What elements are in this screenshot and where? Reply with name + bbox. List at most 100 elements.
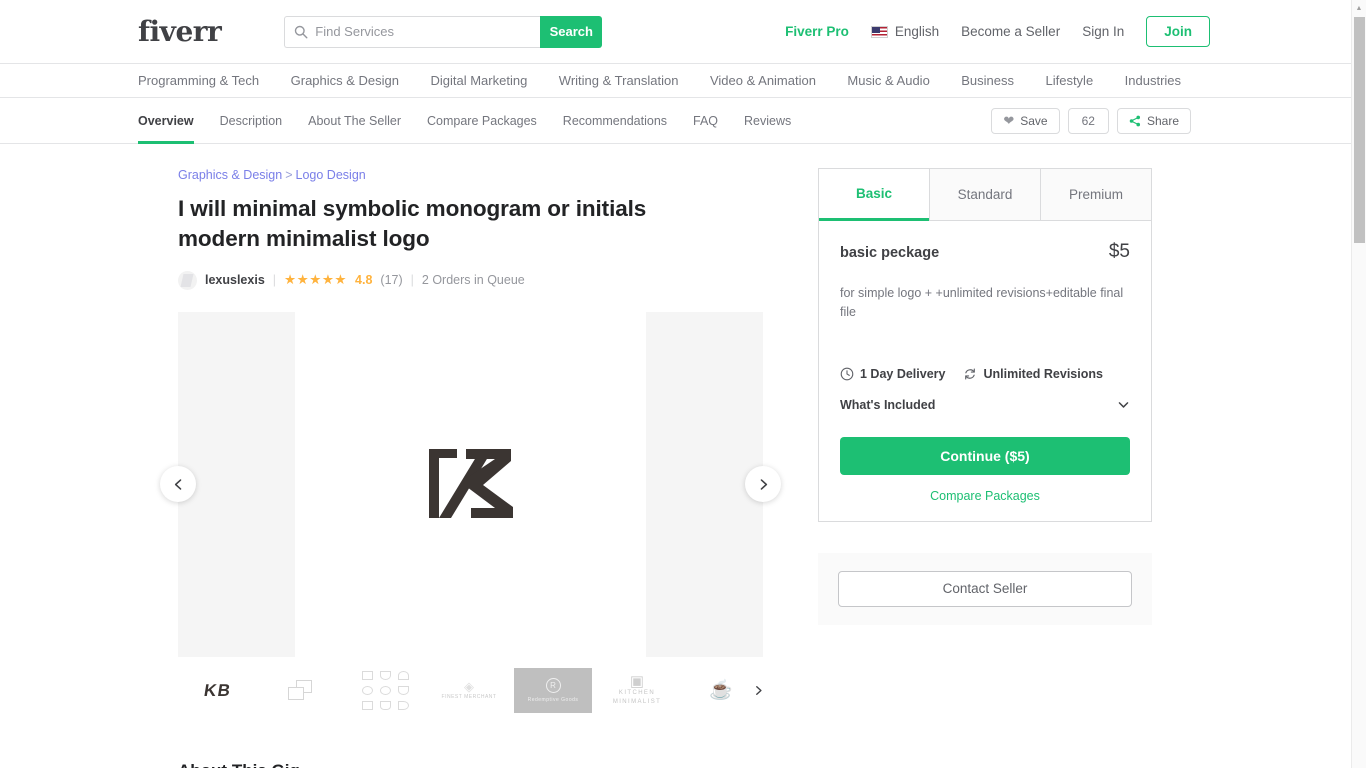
revisions: Unlimited Revisions	[963, 367, 1103, 381]
tab-about-the-seller[interactable]: About The Seller	[308, 98, 401, 144]
icon-grid-icon	[360, 670, 410, 711]
search-bar: Search	[284, 15, 603, 48]
save-label: Save	[1020, 113, 1048, 128]
search-field[interactable]	[284, 15, 541, 48]
compare-packages-link[interactable]: Compare Packages	[840, 489, 1130, 503]
package-tab-standard[interactable]: Standard	[929, 169, 1040, 221]
share-label: Share	[1146, 113, 1179, 128]
header-nav: Fiverr Pro English Become a Seller Sign …	[785, 16, 1351, 47]
rating-value: 4.8	[355, 273, 373, 288]
scrollbar-up-arrow[interactable]: ▲	[1352, 0, 1366, 16]
category-nav: Programming & Tech Graphics & Design Dig…	[0, 64, 1351, 98]
category-music-audio[interactable]: Music & Audio	[847, 73, 929, 88]
thumbnail-kb-monogram[interactable]: K B	[178, 668, 256, 714]
divider: |	[410, 273, 414, 288]
gray-card-content: R Redemptive Goods	[528, 677, 579, 705]
category-video-animation[interactable]: Video & Animation	[710, 73, 816, 88]
page-title: I will minimal symbolic monogram or init…	[178, 196, 647, 252]
share-button[interactable]: Share	[1116, 107, 1191, 134]
cup-mark-icon: ☕	[709, 680, 733, 702]
save-button[interactable]: ❤ Save	[991, 107, 1060, 134]
kitchen-logo-content: ▣ KITCHEN MINIMALIST	[613, 674, 661, 708]
gallery-current-slide[interactable]	[295, 311, 646, 657]
nav-language-selector[interactable]: English	[870, 24, 940, 39]
category-business[interactable]: Business	[961, 73, 1014, 88]
search-input[interactable]	[315, 24, 532, 39]
thumbnail-icon-grid[interactable]	[346, 668, 424, 714]
nav-sign-in[interactable]: Sign In	[1082, 24, 1124, 39]
scrollbar-thumb[interactable]	[1354, 17, 1365, 243]
category-digital-marketing[interactable]: Digital Marketing	[430, 73, 527, 88]
join-button[interactable]: Join	[1146, 16, 1210, 47]
gig-section-tabs: Overview Description About The Seller Co…	[0, 98, 1351, 144]
faint-logo-icon: ◈ FINEST MERCHANT	[441, 679, 497, 700]
avatar[interactable]	[178, 270, 197, 290]
seller-name[interactable]: lexuslexis	[205, 273, 265, 287]
nav-fiverr-pro[interactable]: Fiverr Pro	[785, 24, 849, 39]
category-industries[interactable]: Industries	[1125, 73, 1181, 88]
gig-actions: ❤ Save 62 Share	[991, 107, 1191, 134]
thumbnail-cube-mark[interactable]	[262, 668, 340, 714]
breadcrumb-separator: >	[285, 168, 293, 182]
breadcrumb-parent[interactable]: Graphics & Design	[178, 168, 282, 182]
thumbnail-gray-card[interactable]: R Redemptive Goods	[514, 668, 592, 714]
tab-faq[interactable]: FAQ	[693, 98, 718, 144]
category-programming-tech[interactable]: Programming & Tech	[138, 73, 259, 88]
breadcrumb: Graphics & Design > Logo Design	[178, 168, 763, 182]
clock-icon	[840, 367, 854, 381]
breadcrumb-child[interactable]: Logo Design	[296, 168, 366, 182]
thumbnails-next-button[interactable]	[749, 682, 767, 700]
chevron-right-icon	[760, 479, 767, 490]
tab-recommendations[interactable]: Recommendations	[563, 98, 667, 144]
gallery-thumbnail-strip: K B ◈ FINEST MERCHANT R Redemptive Goods…	[178, 665, 763, 717]
share-icon	[1129, 115, 1140, 126]
fiverr-logo[interactable]: fiverr	[138, 17, 222, 46]
package-meta: 1 Day Delivery Unlimited Revisions	[840, 367, 1130, 381]
whats-included-label: What's Included	[840, 397, 936, 412]
language-label: English	[894, 24, 940, 39]
contact-seller-button[interactable]: Contact Seller	[838, 570, 1132, 607]
refresh-icon	[965, 368, 976, 380]
gig-right-column: Basic Standard Premium basic peckage $5 …	[818, 168, 1152, 717]
save-count-badge[interactable]: 62	[1067, 107, 1109, 134]
tab-compare-packages[interactable]: Compare Packages	[427, 98, 537, 144]
package-price: $5	[1108, 241, 1130, 262]
category-lifestyle[interactable]: Lifestyle	[1045, 73, 1093, 88]
whats-included-toggle[interactable]: What's Included	[840, 398, 1130, 412]
package-tab-premium[interactable]: Premium	[1040, 169, 1151, 221]
tab-reviews[interactable]: Reviews	[744, 98, 791, 144]
kb-mark-icon: K B	[202, 680, 232, 700]
nav-become-a-seller[interactable]: Become a Seller	[961, 24, 1060, 39]
continue-button[interactable]: Continue ($5)	[840, 436, 1130, 475]
kitchen-logo-label: KITCHEN	[618, 689, 656, 696]
tab-description[interactable]: Description	[220, 98, 283, 144]
thumbnail-faint-logo[interactable]: ◈ FINEST MERCHANT	[430, 668, 508, 714]
rating-count: (17)	[380, 273, 403, 288]
delivery-label: 1 Day Delivery	[860, 366, 946, 381]
rating-stars: ★★★★★	[284, 272, 348, 288]
category-graphics-design[interactable]: Graphics & Design	[291, 73, 399, 88]
chevron-right-icon	[755, 686, 762, 696]
browser-viewport: fiverr Search Fiverr Pro English Become …	[0, 0, 1366, 768]
kb-monogram-logo	[428, 449, 513, 519]
search-icon	[295, 25, 308, 38]
package-tab-basic[interactable]: Basic	[819, 169, 929, 221]
page-scrollbar[interactable]: ▲	[1351, 0, 1366, 768]
tab-overview[interactable]: Overview	[138, 98, 194, 144]
package-description: for simple logo + +unlimited revisions+e…	[840, 286, 1124, 320]
site-header: fiverr Search Fiverr Pro English Become …	[0, 0, 1351, 64]
gallery-prev-button[interactable]	[160, 466, 196, 503]
cube-mark-icon	[288, 679, 314, 702]
gray-card-badge: R	[545, 677, 561, 693]
gallery-next-button[interactable]	[745, 466, 781, 503]
search-button[interactable]: Search	[540, 15, 603, 48]
category-writing-translation[interactable]: Writing & Translation	[559, 73, 679, 88]
chevron-down-icon	[1118, 402, 1129, 408]
package-name: basic peckage	[840, 245, 940, 261]
contact-seller-section: Contact Seller	[818, 552, 1152, 625]
thumbnail-kitchen-logo[interactable]: ▣ KITCHEN MINIMALIST	[598, 668, 676, 714]
gig-gallery	[160, 311, 781, 657]
kitchen-logo-sublabel: MINIMALIST	[612, 699, 662, 706]
package-body: basic peckage $5 for simple logo + +unli…	[819, 221, 1151, 521]
heart-icon: ❤	[1003, 113, 1015, 128]
